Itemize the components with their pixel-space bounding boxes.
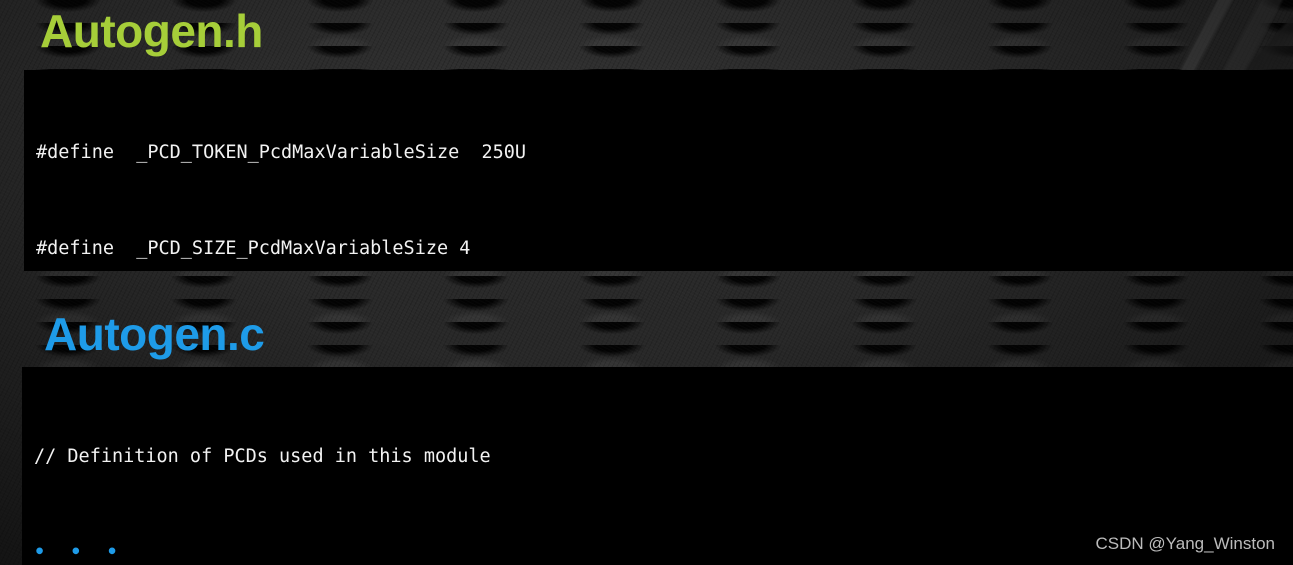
section-title-autogen-h: Autogen.h: [40, 5, 263, 57]
code-line: #define _PCD_TOKEN_PcdMaxVariableSize 25…: [36, 142, 527, 163]
ellipsis-icon: • • •: [34, 542, 125, 563]
watermark: CSDN @Yang_Winston: [1095, 534, 1275, 553]
slide-root: Autogen.h #define _PCD_TOKEN_PcdMaxVaria…: [0, 0, 1293, 565]
code-block-autogen-h: #define _PCD_TOKEN_PcdMaxVariableSize 25…: [24, 70, 1293, 271]
code-line: #define _PCD_SIZE_PcdMaxVariableSize 4: [36, 238, 471, 259]
code-comment-line: // Definition of PCDs used in this modul…: [34, 446, 491, 467]
section-title-autogen-c: Autogen.c: [44, 308, 265, 360]
